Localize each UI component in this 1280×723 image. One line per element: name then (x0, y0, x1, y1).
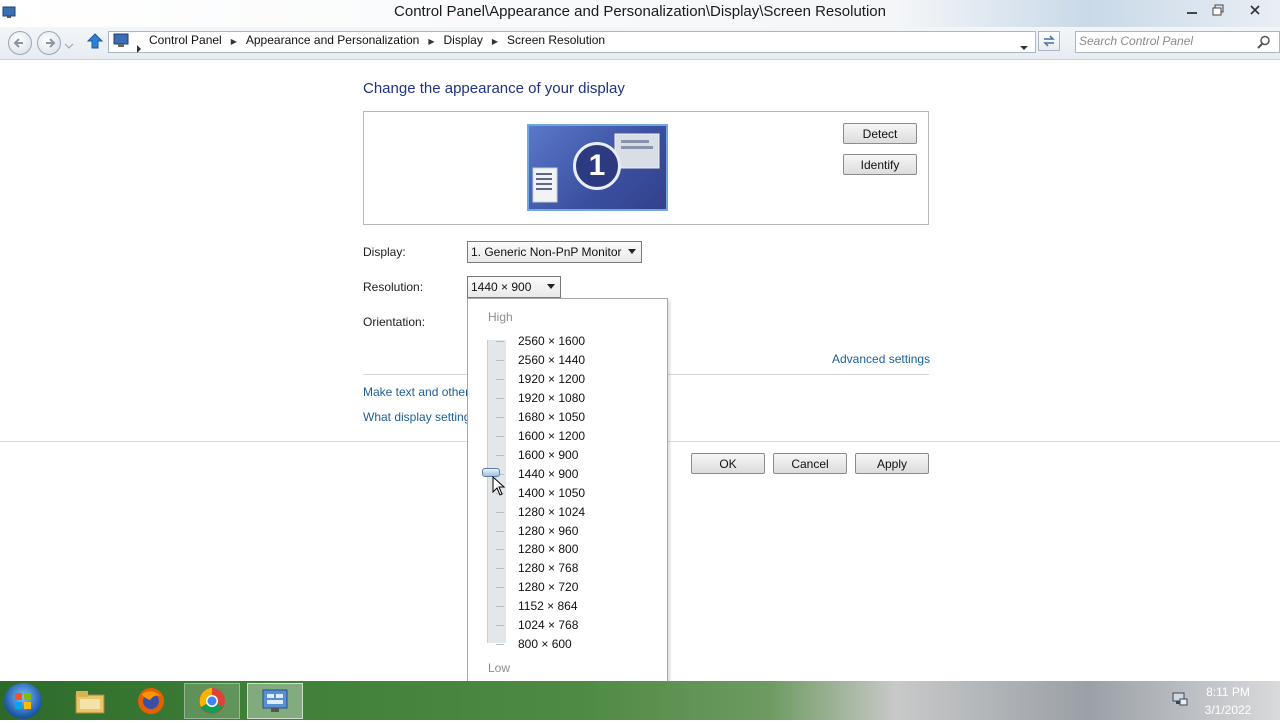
breadcrumb-separator-icon[interactable]: ▶ (492, 37, 498, 46)
breadcrumb: Control Panel ▶ Appearance and Personaliza… (149, 33, 605, 47)
breadcrumb-appearance[interactable]: Appearance and Personalization (246, 33, 419, 47)
display-select-value: 1. Generic Non-PnP Monitor (471, 245, 622, 259)
resolution-option[interactable]: 1280 × 960 (518, 524, 578, 538)
slider-tick (496, 587, 504, 588)
chrome-button[interactable] (184, 683, 240, 719)
monitor-number-badge: 1 (573, 142, 621, 190)
slider-tick (496, 606, 504, 607)
text-size-link[interactable]: Make text and other (363, 385, 469, 399)
resolution-option[interactable]: 1920 × 1080 (518, 391, 585, 405)
apply-button[interactable]: Apply (855, 453, 929, 474)
close-button[interactable] (1240, 0, 1270, 20)
resolution-option[interactable]: 1600 × 900 (518, 448, 578, 462)
resolution-option[interactable]: 1280 × 768 (518, 561, 578, 575)
refresh-icon (1043, 35, 1055, 47)
address-history-dropdown[interactable] (1019, 37, 1029, 56)
ok-button[interactable]: OK (691, 453, 765, 474)
resolution-option[interactable]: 1024 × 768 (518, 618, 578, 632)
orientation-label: Orientation: (363, 315, 426, 329)
control-panel-icon (262, 689, 288, 712)
slider-tick (496, 341, 504, 342)
firefox-button[interactable] (127, 683, 175, 719)
start-button[interactable] (4, 683, 42, 719)
search-input[interactable] (1079, 33, 1249, 49)
chrome-icon (199, 688, 225, 714)
control-panel-location-icon (113, 33, 129, 52)
resolution-option[interactable]: 1280 × 800 (518, 542, 578, 556)
breadcrumb-separator-icon[interactable]: ▶ (231, 37, 237, 46)
forward-arrow-icon (46, 38, 56, 48)
resolution-option[interactable]: 1920 × 1200 (518, 372, 585, 386)
forward-button[interactable] (37, 31, 61, 55)
resolution-option[interactable]: 1280 × 1024 (518, 505, 585, 519)
display-settings-help-link[interactable]: What display setting (363, 410, 470, 424)
breadcrumb-control-panel[interactable]: Control Panel (149, 33, 222, 47)
display-select[interactable]: 1. Generic Non-PnP Monitor (467, 241, 642, 263)
resolution-option[interactable]: 2560 × 1600 (518, 334, 585, 348)
recent-pages-dropdown[interactable] (64, 36, 74, 55)
minimize-icon (1187, 12, 1197, 14)
cancel-button[interactable]: Cancel (773, 453, 847, 474)
refresh-button[interactable] (1038, 31, 1060, 51)
resolution-option[interactable]: 1600 × 1200 (518, 429, 585, 443)
breadcrumb-display[interactable]: Display (444, 33, 483, 47)
network-icon[interactable] (1171, 690, 1189, 712)
window-title: Control Panel\Appearance and Personaliza… (394, 3, 886, 20)
restore-button[interactable] (1203, 0, 1233, 20)
back-arrow-icon (13, 38, 23, 48)
firefox-icon (138, 688, 164, 714)
clock-date[interactable]: 3/1/2022 (1198, 703, 1258, 717)
chevron-down-icon (1020, 46, 1028, 50)
resolution-option[interactable]: 1440 × 900 (518, 467, 578, 481)
slider-tick (496, 512, 504, 513)
windows-logo-icon (15, 693, 31, 709)
slider-tick (496, 568, 504, 569)
slider-tick (496, 360, 504, 361)
resolution-select[interactable]: 1440 × 900 (467, 276, 561, 298)
slider-tick (496, 417, 504, 418)
identify-button[interactable]: Identify (843, 154, 917, 175)
slider-tick (496, 455, 504, 456)
slider-tick (496, 531, 504, 532)
slider-tick (496, 549, 504, 550)
slider-tick (496, 436, 504, 437)
advanced-settings-link[interactable]: Advanced settings (832, 352, 930, 366)
file-explorer-button[interactable] (66, 683, 114, 719)
up-arrow-icon (86, 33, 104, 49)
slider-tick (496, 644, 504, 645)
resolution-select-value: 1440 × 900 (471, 280, 532, 294)
resolution-option[interactable]: 2560 × 1440 (518, 353, 585, 367)
resolution-option[interactable]: 1280 × 720 (518, 580, 578, 594)
search-icon[interactable] (1257, 34, 1271, 53)
resolution-option[interactable]: 1152 × 864 (518, 599, 578, 613)
close-icon (1250, 5, 1260, 15)
high-label: High (488, 310, 513, 324)
resolution-option[interactable]: 800 × 600 (518, 637, 572, 651)
breadcrumb-separator-icon[interactable]: ▶ (428, 37, 434, 46)
display-label: Display: (363, 245, 406, 259)
chevron-down-icon (628, 249, 636, 254)
resolution-option[interactable]: 1400 × 1050 (518, 486, 585, 500)
resolution-option[interactable]: 1680 × 1050 (518, 410, 585, 424)
control-panel-taskbar-button[interactable] (247, 683, 303, 719)
up-button[interactable] (86, 32, 104, 54)
clock-time[interactable]: 8:11 PM (1198, 685, 1258, 699)
mouse-cursor-icon (492, 475, 506, 500)
breadcrumb-screen-resolution[interactable]: Screen Resolution (507, 33, 605, 47)
breadcrumb-separator-icon (136, 38, 142, 57)
resolution-label: Resolution: (363, 280, 424, 294)
page-title: Change the appearance of your display (363, 80, 625, 97)
slider-tick (496, 625, 504, 626)
detect-button[interactable]: Detect (843, 123, 917, 144)
chevron-down-icon (64, 43, 74, 49)
back-button[interactable] (8, 31, 32, 55)
file-explorer-icon (75, 691, 105, 714)
low-label: Low (488, 661, 511, 675)
slider-tick (496, 379, 504, 380)
restore-icon (1212, 4, 1224, 16)
chevron-down-icon (547, 284, 555, 289)
slider-tick (496, 398, 504, 399)
